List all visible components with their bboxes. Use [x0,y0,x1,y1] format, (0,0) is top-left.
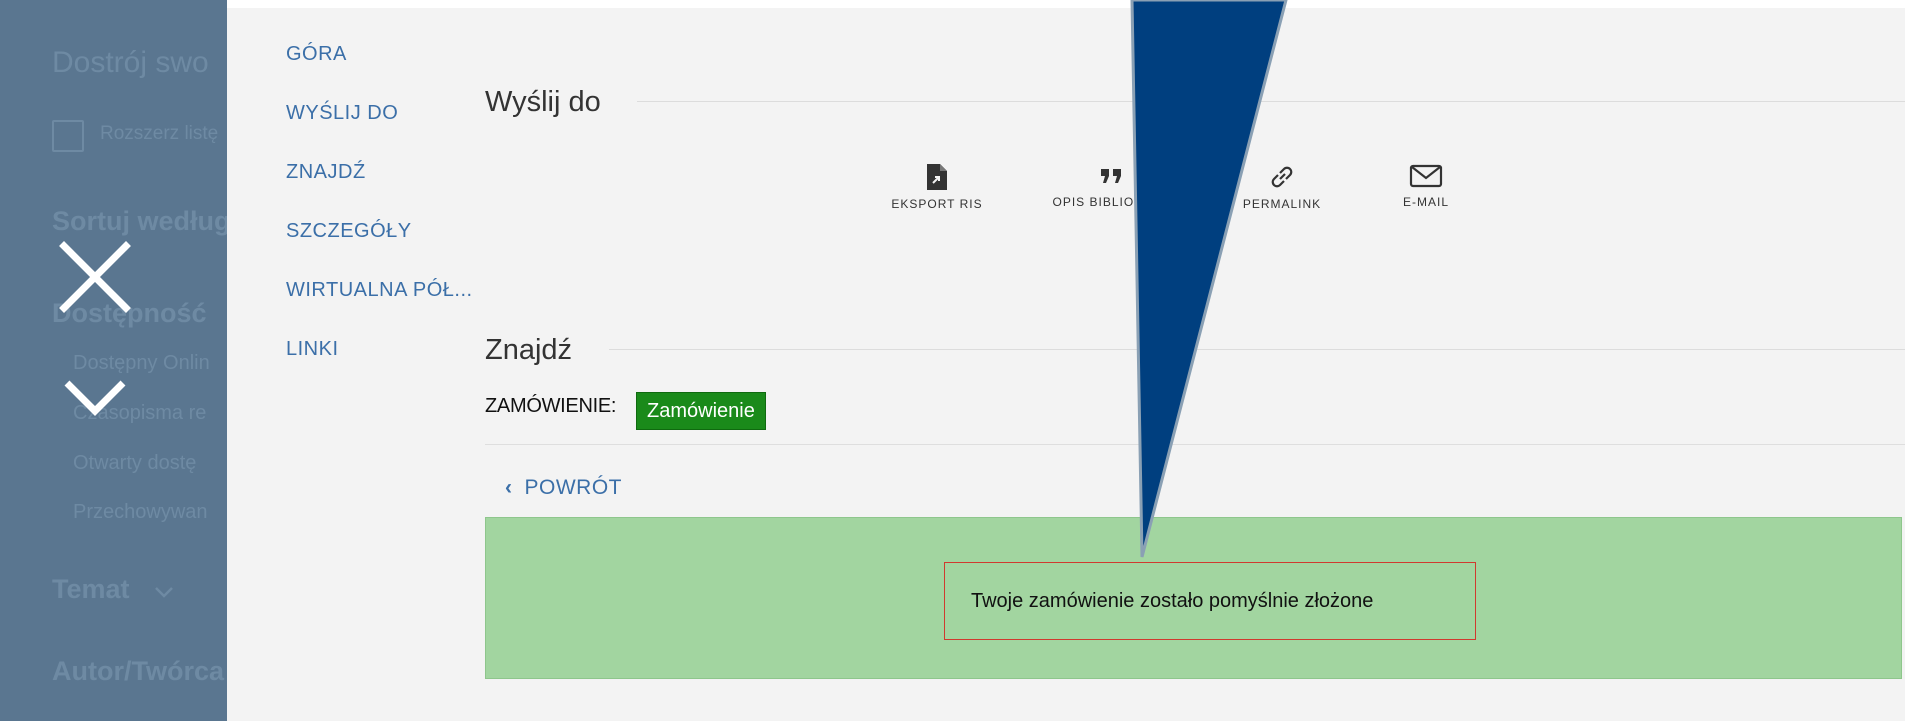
nav-link-virtual-shelf[interactable]: WIRTUALNA PÓŁ... [286,279,473,302]
find-heading: Znajdź [485,334,573,366]
topic-chevron-icon [155,587,173,598]
email-button[interactable]: E-MAIL [1366,163,1486,211]
nav-link-details[interactable]: SZCZEGÓŁY [286,220,412,243]
author-heading[interactable]: Autor/Twórca [52,656,224,687]
success-message: Twoje zamówienie zostało pomyślnie złożo… [944,562,1476,640]
order-button[interactable]: Zamówienie [636,392,766,430]
availability-option[interactable]: Dostępny Onlin [73,352,210,375]
availability-option[interactable]: Otwarty dostę [73,452,196,475]
permalink-label: PERMALINK [1242,197,1322,211]
expand-list-label: Rozszerz listę [100,123,219,144]
nav-link-links[interactable]: LINKI [286,338,339,361]
mail-icon [1409,164,1443,188]
back-link[interactable]: ‹ POWRÓT [505,476,622,500]
export-ris-button[interactable]: EKSPORT RIS [867,163,1007,213]
top-strip [0,0,1905,8]
nav-link-top[interactable]: GÓRA [286,43,347,66]
citation-button[interactable]: OPIS BIBLIOGRAF [1037,163,1187,211]
link-icon [1271,166,1293,188]
chevron-down-icon[interactable] [62,378,128,418]
send-to-divider [637,101,1905,102]
close-icon[interactable] [58,240,132,314]
citation-label: OPIS BIBLIOGRAF [1052,195,1172,209]
order-label: ZAMÓWIENIE: [485,395,617,417]
permalink-button[interactable]: PERMALINK [1217,163,1347,213]
chevron-left-icon: ‹ [505,476,513,499]
email-label: E-MAIL [1402,195,1449,209]
find-divider [609,349,1905,350]
export-ris-label: EKSPORT RIS [891,197,983,211]
facet-panel-title: Dostrój swo [52,46,209,79]
file-export-icon [927,164,947,190]
nav-link-send-to[interactable]: WYŚLIJ DO [286,102,398,125]
sort-heading: Sortuj według [52,206,227,236]
expand-list-checkbox[interactable] [52,120,84,152]
order-divider [485,444,1905,445]
nav-link-find[interactable]: ZNAJDŹ [286,161,366,184]
topic-heading[interactable]: Temat [52,574,130,605]
back-label: POWRÓT [524,476,622,499]
quote-icon [1101,169,1121,183]
facet-panel-overlay: Dostrój swo Rozszerz listę Sortuj według… [0,0,227,721]
availability-option[interactable]: Przechowywan [73,501,208,524]
send-to-heading: Wyślij do [485,86,601,118]
